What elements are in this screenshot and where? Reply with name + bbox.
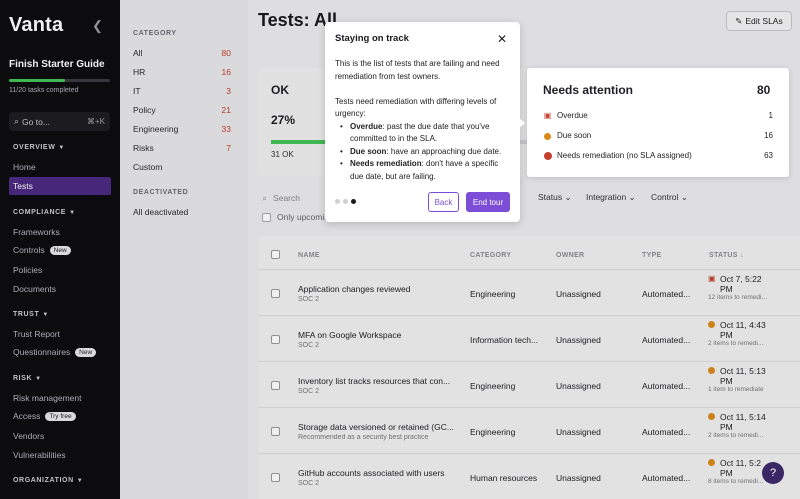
tour-back-button[interactable]: Back [428, 192, 459, 212]
red-dot-icon [543, 151, 552, 160]
close-icon[interactable]: ✕ [497, 32, 507, 46]
tour-bullet-due-soon: Due soon: have an approaching due date. [335, 146, 513, 159]
tour-pointer [519, 118, 525, 128]
tour-bullet-overdue: Overdue: past the due date that you've c… [335, 121, 513, 146]
tour-bullet-needs-remediation: Needs remediation: don't have a specific… [335, 158, 513, 183]
needs-attention-total: 80 [757, 83, 771, 97]
needs-attention-title: Needs attention [543, 83, 634, 97]
help-icon[interactable]: ? [762, 462, 784, 484]
overdue-row[interactable]: ▣ Overdue 1 [543, 111, 773, 120]
needs-attention-card[interactable]: Needs attention 80 ▣ Overdue 1 Due soon 16… [527, 68, 789, 177]
tour-step-dots [335, 199, 356, 204]
needs-remediation-row[interactable]: Needs remediation (no SLA assigned) 63 [543, 151, 773, 160]
tour-title: Staying on track [335, 33, 409, 44]
tour-body: This is the list of tests that are faili… [335, 58, 513, 183]
tour-popover: Staying on track ✕ This is the list of t… [325, 22, 520, 222]
calendar-icon: ▣ [543, 111, 552, 120]
end-tour-button[interactable]: End tour [466, 192, 510, 212]
due-soon-row[interactable]: Due soon 16 [543, 131, 773, 140]
clock-icon [543, 132, 552, 140]
